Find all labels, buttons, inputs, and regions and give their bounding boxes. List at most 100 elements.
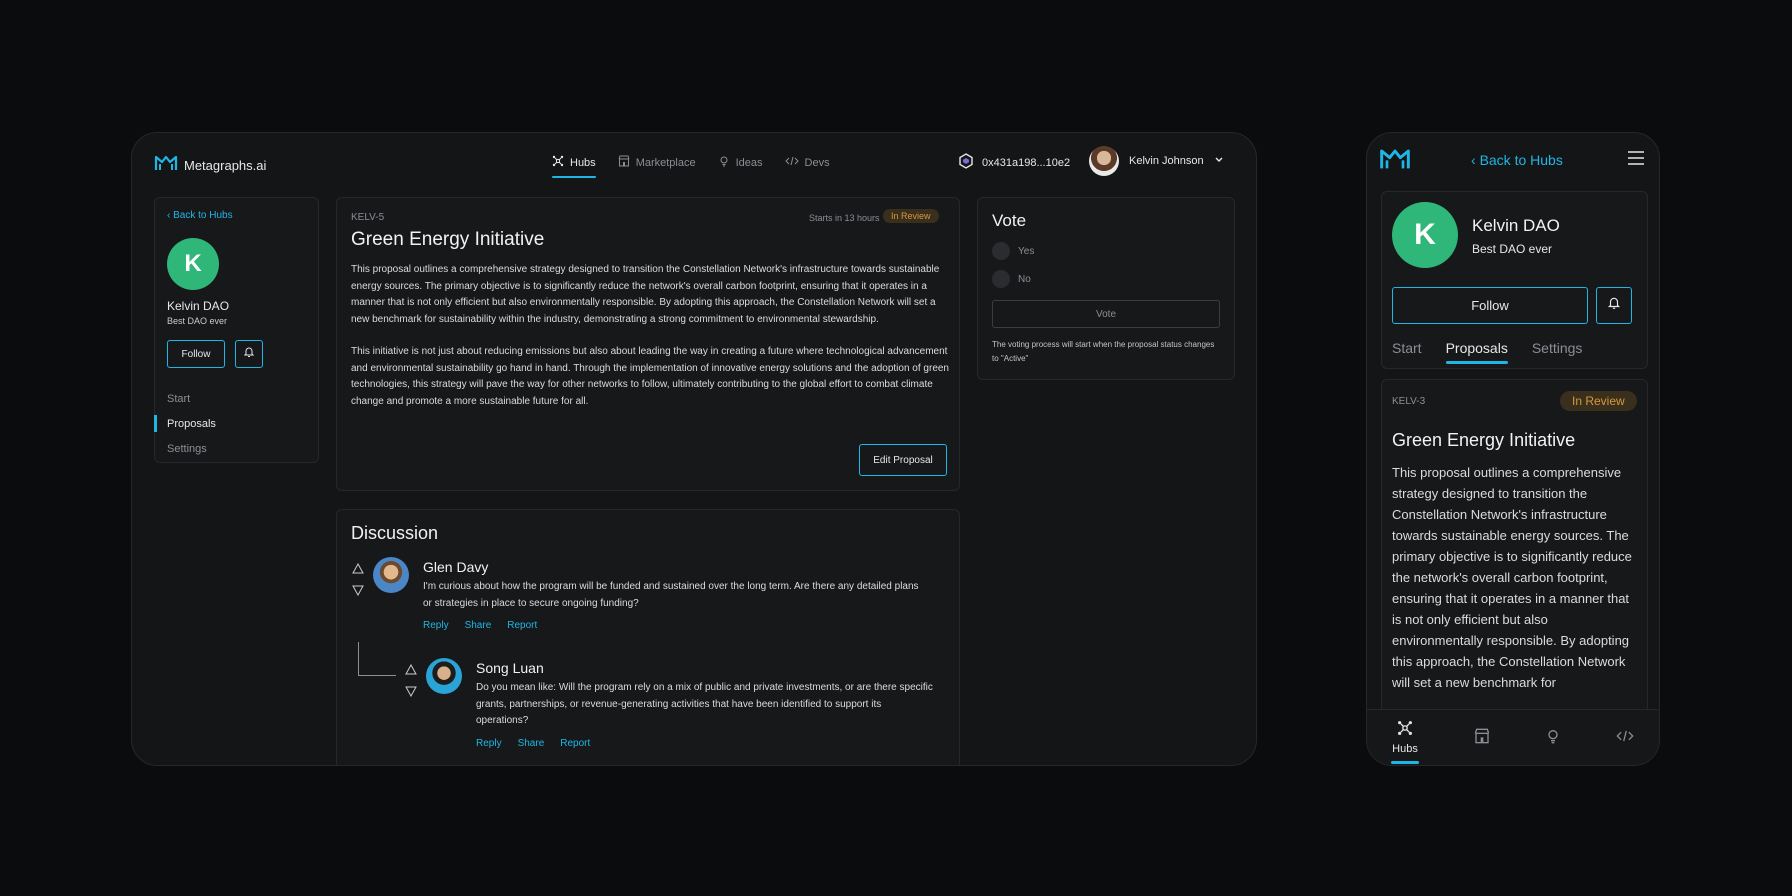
- follow-button-label: Follow: [1471, 298, 1509, 313]
- desktop-window: Metagraphs.ai Hubs Marketplace Ideas Dev…: [131, 132, 1257, 766]
- discussion-title: Discussion: [351, 523, 439, 543]
- comment-actions: Reply Share Report: [476, 738, 590, 749]
- nav-ideas[interactable]: Ideas: [718, 155, 763, 178]
- downvote-icon[interactable]: [352, 583, 364, 601]
- sidebar-item-label: Proposals: [167, 417, 216, 430]
- commenter-name[interactable]: Song Luan: [476, 660, 544, 676]
- bottom-nav: Hubs: [1367, 709, 1659, 765]
- report-link[interactable]: Report: [560, 738, 590, 749]
- upvote-icon[interactable]: [352, 561, 364, 579]
- follow-button-label: Follow: [181, 348, 211, 360]
- nav-hubs[interactable]: Hubs: [552, 155, 596, 178]
- store-icon: [1474, 728, 1490, 747]
- bell-icon: [243, 345, 255, 363]
- vote-note: The voting process will start when the p…: [992, 340, 1215, 363]
- proposal-start-time: Starts in 13 hours: [809, 213, 880, 223]
- bottom-nav-ideas[interactable]: [1545, 728, 1561, 747]
- proposal-card: KELV-3 In Review Green Energy Initiative…: [1381, 379, 1648, 719]
- status-badge: In Review: [1560, 391, 1637, 411]
- dao-name: Kelvin DAO: [167, 299, 230, 313]
- dao-menu: Start Proposals Settings: [154, 386, 318, 461]
- back-to-hubs-link[interactable]: ‹ Back to Hubs: [167, 210, 233, 221]
- nav-marketplace-label: Marketplace: [635, 156, 696, 169]
- share-link[interactable]: Share: [465, 620, 492, 631]
- proposal-paragraph: This initiative is not just about reduci…: [351, 346, 949, 407]
- commenter-avatar: [373, 557, 409, 593]
- comment-actions: Reply Share Report: [423, 620, 537, 631]
- back-to-hubs-label: Back to Hubs: [1479, 152, 1563, 168]
- wallet-address[interactable]: 0x431a198...10e2: [958, 153, 1070, 172]
- chevron-down-icon: [1214, 155, 1224, 167]
- proposal-id: KELV-5: [351, 212, 385, 223]
- bottom-nav-devs[interactable]: [1616, 728, 1634, 747]
- commenter-avatar: [426, 658, 462, 694]
- proposal-paragraph: This proposal outlines a comprehensive s…: [351, 264, 940, 325]
- nav-hubs-label: Hubs: [570, 156, 596, 169]
- vote-card: Vote Yes No Vote The voting process will…: [977, 197, 1235, 380]
- sidebar-item-settings[interactable]: Settings: [155, 436, 318, 461]
- nav-devs[interactable]: Devs: [784, 155, 830, 178]
- mobile-window: ‹ Back to Hubs K Kelvin DAO Best DAO eve…: [1366, 132, 1660, 766]
- store-icon: [618, 155, 630, 170]
- dao-avatar-letter: K: [184, 250, 202, 277]
- tab-start[interactable]: Start: [1392, 340, 1422, 364]
- follow-button[interactable]: Follow: [167, 340, 225, 368]
- main-nav: Hubs Marketplace Ideas Devs: [552, 155, 830, 178]
- sidebar-item-label: Start: [167, 392, 191, 405]
- tab-settings[interactable]: Settings: [1532, 340, 1583, 364]
- vote-option-no[interactable]: No: [992, 270, 1031, 288]
- vote-button-label: Vote: [1095, 308, 1117, 320]
- back-to-hubs-label: Back to Hubs: [173, 210, 233, 221]
- bulb-icon: [1545, 728, 1561, 747]
- dao-header-card: K Kelvin DAO Best DAO ever Follow Start …: [1381, 191, 1648, 369]
- user-avatar: [1089, 146, 1119, 176]
- dao-tabs: Start Proposals Settings: [1392, 340, 1582, 364]
- edit-proposal-button[interactable]: Edit Proposal: [859, 444, 947, 476]
- radio-button[interactable]: [992, 242, 1010, 260]
- report-link[interactable]: Report: [507, 620, 537, 631]
- vote-button[interactable]: Vote: [992, 300, 1220, 328]
- follow-button[interactable]: Follow: [1392, 287, 1588, 324]
- reply-link[interactable]: Reply: [423, 620, 449, 631]
- dao-avatar: K: [1392, 202, 1458, 268]
- bottom-nav-marketplace[interactable]: [1474, 728, 1490, 747]
- metagraphs-logo-icon[interactable]: [1379, 147, 1411, 176]
- wallet-address-text: 0x431a198...10e2: [982, 156, 1071, 169]
- sidebar-item-proposals[interactable]: Proposals: [154, 411, 318, 436]
- proposal-card: KELV-5 Starts in 13 hours In Review Gree…: [336, 197, 960, 491]
- brand-logo[interactable]: Metagraphs.ai: [154, 154, 266, 177]
- dao-name: Kelvin DAO: [1472, 216, 1560, 235]
- metagraphs-logo-icon: [154, 154, 178, 177]
- top-navbar: Metagraphs.ai Hubs Marketplace Ideas Dev…: [132, 133, 1256, 189]
- bulb-icon: [718, 155, 730, 170]
- hamburger-menu-icon[interactable]: [1627, 150, 1645, 171]
- proposal-body: This proposal outlines a comprehensive s…: [351, 262, 951, 410]
- comment-vote-controls: [404, 662, 418, 702]
- reply-link[interactable]: Reply: [476, 738, 502, 749]
- vote-option-yes[interactable]: Yes: [992, 242, 1034, 260]
- radio-button[interactable]: [992, 270, 1010, 288]
- vote-title: Vote: [992, 211, 1027, 230]
- bottom-nav-hubs[interactable]: Hubs: [1391, 720, 1419, 764]
- edit-proposal-label: Edit Proposal: [873, 454, 933, 466]
- notify-button[interactable]: [1596, 287, 1632, 324]
- upvote-icon[interactable]: [405, 662, 417, 680]
- sidebar-item-start[interactable]: Start: [155, 386, 318, 411]
- downvote-icon[interactable]: [405, 684, 417, 702]
- vote-option-label: Yes: [1018, 245, 1035, 257]
- dao-avatar: K: [167, 238, 219, 290]
- share-link[interactable]: Share: [518, 738, 545, 749]
- mobile-topbar: ‹ Back to Hubs: [1367, 133, 1659, 189]
- hubs-icon: [552, 155, 564, 170]
- back-to-hubs-link[interactable]: ‹ Back to Hubs: [1471, 152, 1563, 168]
- user-name: Kelvin Johnson: [1129, 155, 1204, 167]
- user-menu[interactable]: Kelvin Johnson: [1089, 146, 1224, 176]
- dao-tagline: Best DAO ever: [1472, 242, 1553, 256]
- vote-option-label: No: [1018, 273, 1031, 285]
- nav-marketplace[interactable]: Marketplace: [618, 155, 696, 178]
- tab-proposals[interactable]: Proposals: [1445, 340, 1509, 364]
- notify-button[interactable]: [235, 340, 263, 368]
- hubs-icon: [1397, 720, 1413, 739]
- wallet-icon: [958, 153, 974, 172]
- commenter-name[interactable]: Glen Davy: [423, 559, 488, 575]
